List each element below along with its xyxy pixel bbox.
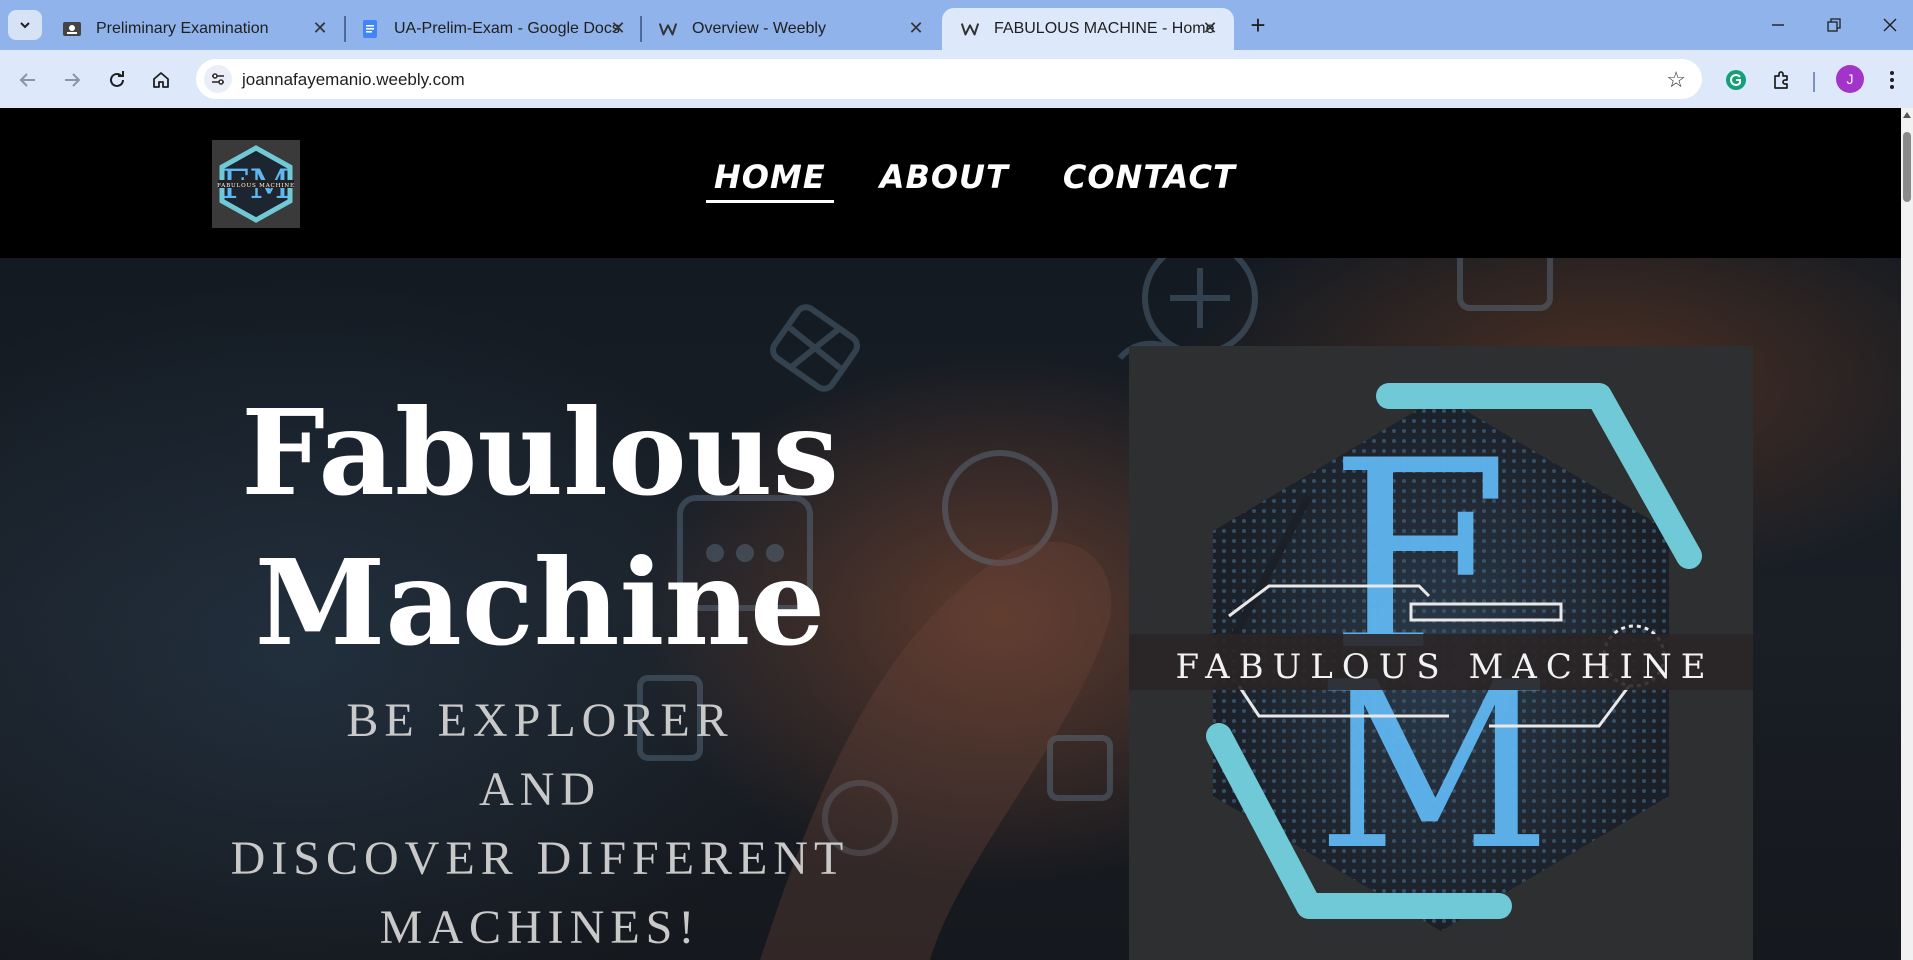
close-tab-icon[interactable]: ✕ [608, 18, 628, 38]
url-text[interactable]: joannafayemanio.weebly.com [242, 70, 465, 90]
home-icon [153, 72, 169, 88]
hero-subtitle: BE EXPLORER AND DISCOVER DIFFERENT MACHI… [170, 686, 910, 960]
nav-about-link[interactable]: ABOUT [872, 158, 1017, 203]
web-page: FM FABULOUS MACHINE HOME ABOUT CONTACT F… [0, 108, 1901, 960]
tab-search-button[interactable] [8, 10, 42, 40]
hero-subtitle-line: MACHINES! [379, 901, 701, 954]
scroll-up-arrow-icon[interactable] [1903, 112, 1911, 118]
browser-tab-strip: Preliminary Examination ✕ UA-Prelim-Exam… [0, 0, 1913, 50]
close-window-button[interactable] [1876, 12, 1904, 38]
close-icon [1883, 18, 1897, 32]
home-button[interactable] [147, 66, 175, 94]
tab-preliminary-examination[interactable]: Preliminary Examination ✕ [44, 8, 344, 50]
tab-ua-prelim-exam[interactable]: UA-Prelim-Exam - Google Docs ✕ [342, 8, 642, 50]
toolbar-divider [1813, 72, 1815, 92]
hero-subtitle-line: DISCOVER DIFFERENT [230, 832, 850, 885]
hero-subtitle-line: AND [479, 763, 601, 816]
minimize-button[interactable] [1764, 12, 1792, 38]
hero-title-line: Fabulous [241, 383, 839, 522]
puzzle-icon [1774, 71, 1788, 89]
profile-initial: J [1846, 71, 1854, 87]
forward-button[interactable] [58, 66, 86, 94]
bookmark-star-icon[interactable]: ☆ [1666, 67, 1686, 93]
logo-banner-text: FABULOUS MACHINE [1175, 647, 1714, 687]
reload-icon [110, 71, 124, 87]
weebly-icon [960, 19, 980, 39]
close-tab-icon[interactable]: ✕ [906, 18, 926, 38]
tab-title: UA-Prelim-Exam - Google Docs [394, 20, 620, 37]
restore-button[interactable] [1820, 12, 1848, 38]
minimize-icon [1772, 24, 1784, 26]
back-button[interactable] [14, 66, 42, 94]
extensions-button[interactable] [1767, 66, 1795, 94]
fabulous-machine-logo-icon: F M FABULOUS MACHINE [1129, 383, 1753, 931]
svg-text:FABULOUS MACHINE: FABULOUS MACHINE [217, 183, 295, 189]
classroom-icon [62, 19, 82, 39]
scrollbar-thumb[interactable] [1903, 132, 1911, 202]
tune-icon [212, 73, 224, 85]
chevron-down-icon [20, 22, 30, 29]
nav-contact-link[interactable]: CONTACT [1055, 158, 1244, 203]
main-navigation: HOME ABOUT CONTACT [706, 158, 1282, 203]
forward-arrow-icon [65, 73, 81, 87]
google-docs-icon [360, 19, 380, 39]
fabulous-machine-logo-icon: FM FABULOUS MACHINE [217, 145, 295, 223]
browser-toolbar: joannafayemanio.weebly.com ☆ J [0, 50, 1913, 108]
restore-icon [1827, 18, 1841, 32]
hero-title: Fabulous Machine [210, 378, 870, 678]
browser-menu-button[interactable] [1878, 66, 1906, 94]
new-tab-button[interactable]: + [1244, 12, 1272, 40]
weebly-icon [658, 19, 678, 39]
site-header: FM FABULOUS MACHINE HOME ABOUT CONTACT [0, 108, 1901, 258]
site-logo[interactable]: FM FABULOUS MACHINE [212, 140, 300, 228]
tab-title: FABULOUS MACHINE - Home [994, 20, 1215, 37]
reload-button[interactable] [103, 66, 131, 94]
more-vert-icon [1890, 71, 1894, 89]
grammarly-extension-button[interactable] [1722, 66, 1750, 94]
profile-avatar[interactable]: J [1836, 65, 1864, 93]
close-tab-icon[interactable]: ✕ [1200, 18, 1220, 38]
nav-home-link[interactable]: HOME [706, 158, 834, 203]
tab-overview-weebly[interactable]: Overview - Weebly ✕ [640, 8, 940, 50]
hero-subtitle-line: BE EXPLORER [346, 694, 734, 747]
tab-title: Preliminary Examination [96, 20, 269, 37]
tab-title: Overview - Weebly [692, 20, 826, 37]
site-info-button[interactable] [204, 65, 232, 93]
grammarly-icon [1726, 70, 1746, 90]
close-tab-icon[interactable]: ✕ [310, 18, 330, 38]
hero-title-line: Machine [254, 533, 826, 672]
tab-fabulous-machine-home[interactable]: FABULOUS MACHINE - Home ✕ [942, 8, 1234, 50]
hero-logo-image: F M FABULOUS MACHINE [1129, 346, 1753, 960]
address-bar[interactable]: joannafayemanio.weebly.com ☆ [196, 59, 1702, 99]
page-scrollbar[interactable] [1901, 108, 1913, 960]
back-arrow-icon [19, 73, 35, 87]
hero-section: Fabulous Machine BE EXPLORER AND DISCOVE… [0, 258, 1901, 960]
